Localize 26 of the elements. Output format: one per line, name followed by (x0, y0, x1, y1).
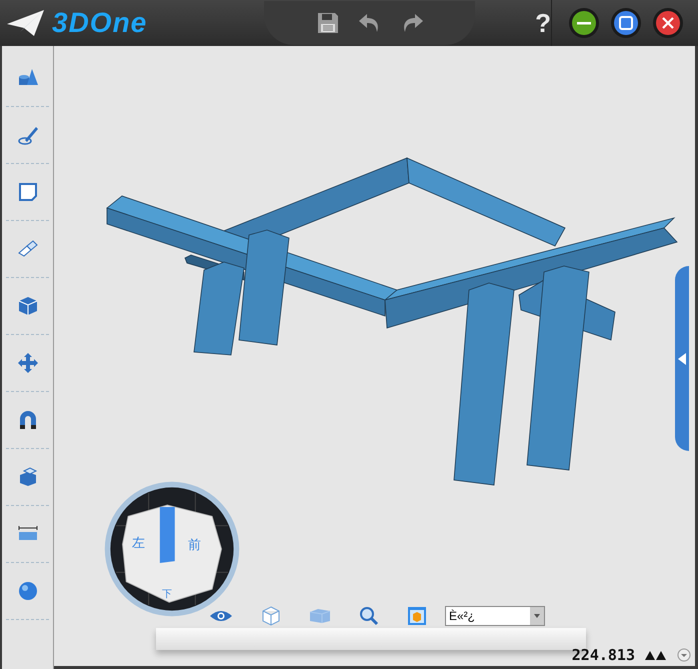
app-logo: 3DOne (52, 7, 148, 39)
save-icon[interactable] (316, 11, 340, 35)
panel-toggle-tab[interactable] (675, 266, 689, 451)
cube-in-frame-icon[interactable] (407, 606, 427, 626)
zoom-icon[interactable] (359, 606, 379, 626)
cube-face-label: 下 (162, 588, 172, 601)
dropdown-caret-icon (534, 614, 540, 618)
wireframe-cube-icon[interactable] (261, 606, 281, 626)
paper-plane-icon (6, 8, 46, 38)
cube-face-label: 左 (132, 534, 145, 552)
square-sketch-icon[interactable] (16, 181, 38, 203)
left-arrow-icon (678, 352, 686, 364)
maximize-button[interactable] (610, 7, 642, 39)
close-button[interactable] (652, 7, 684, 39)
cube-face-label: 前 (188, 536, 201, 554)
display-mode-dropdown[interactable]: È«²¿ (445, 606, 545, 626)
coordinate-readout: 224.813 (572, 646, 635, 664)
sphere-icon[interactable] (16, 580, 38, 602)
mountains-icon (645, 650, 667, 660)
eye-icon[interactable] (209, 609, 233, 623)
cube-icon[interactable] (16, 295, 38, 317)
minimize-button[interactable] (568, 7, 600, 39)
pencil-icon[interactable] (16, 124, 38, 146)
move-arrows-icon[interactable] (16, 352, 38, 374)
down-caret-circle-icon[interactable] (677, 648, 691, 662)
help-button[interactable]: ? (535, 8, 551, 38)
